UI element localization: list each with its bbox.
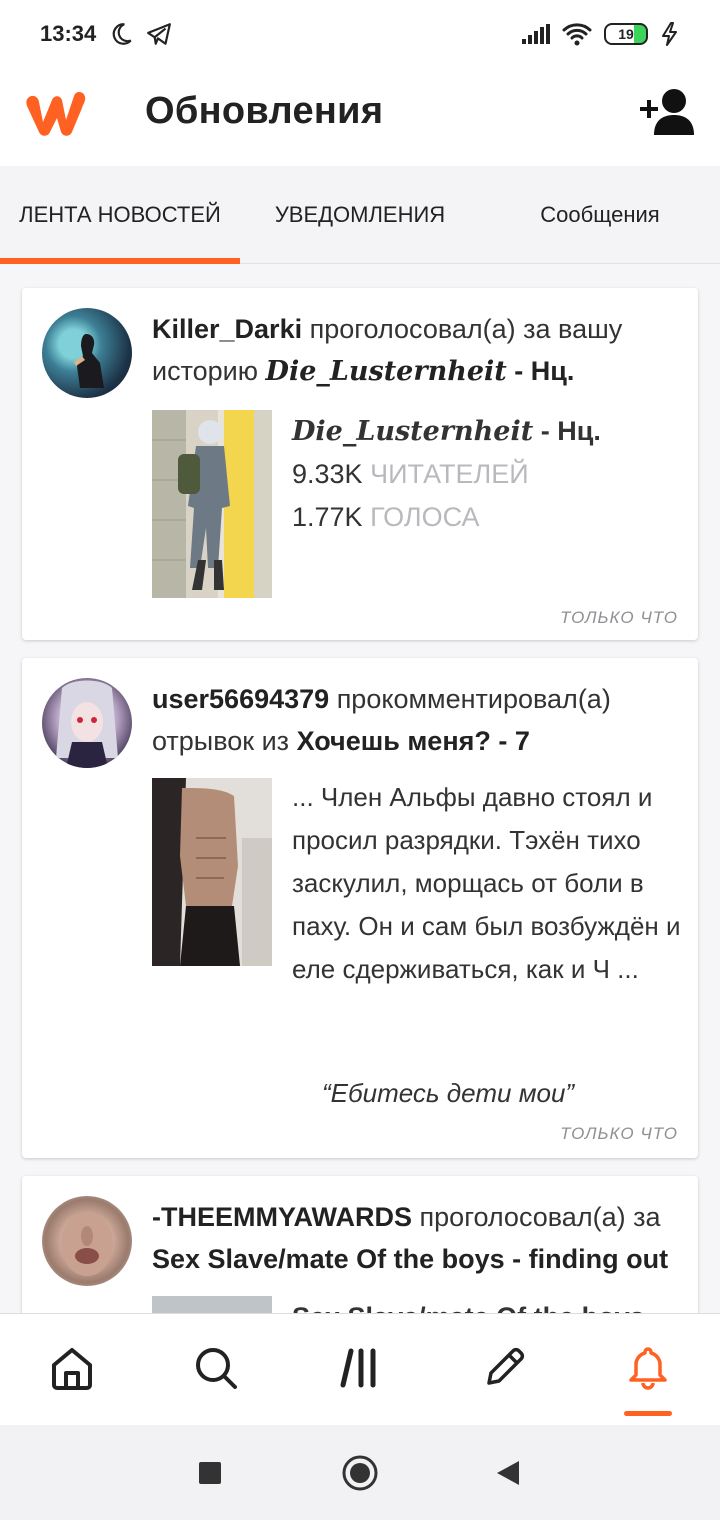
back-icon xyxy=(497,1461,519,1485)
nav-library[interactable] xyxy=(332,1340,388,1396)
back-button[interactable] xyxy=(488,1453,528,1493)
telegram-icon xyxy=(147,23,172,45)
bell-icon xyxy=(629,1347,667,1390)
active-nav-indicator xyxy=(624,1411,672,1416)
tab-messages[interactable]: Сообщения xyxy=(480,166,720,264)
avatar-image xyxy=(61,1212,113,1276)
timestamp: ТОЛЬКО ЧТО xyxy=(560,608,678,627)
page-title: Обновления xyxy=(145,90,384,132)
story-title-link[interactable]: Die_Lusternheit xyxy=(266,356,507,387)
add-friend-icon[interactable] xyxy=(638,88,696,136)
recents-icon xyxy=(199,1462,221,1484)
story-cover[interactable] xyxy=(152,1296,272,1314)
feed-card-vote[interactable]: Killer_Darki проголосовал(а) за вашу ист… xyxy=(22,288,698,640)
avatar[interactable] xyxy=(42,308,132,398)
activity-action: проголосовал(а) за xyxy=(419,1202,661,1232)
activity-text: user56694379 прокомментировал(а) отрывок… xyxy=(152,678,682,762)
votes-label: ГОЛОСА xyxy=(370,502,480,532)
reads-label: ЧИТАТЕЛЕЙ xyxy=(370,459,529,489)
home-button[interactable] xyxy=(340,1453,380,1493)
avatar-image xyxy=(74,334,104,388)
username-link[interactable]: Killer_Darki xyxy=(152,314,302,344)
nav-notifications[interactable] xyxy=(620,1340,676,1396)
story-cover-image xyxy=(152,778,272,966)
avatar-image xyxy=(56,680,118,768)
battery-level: 19 xyxy=(618,26,634,42)
search-icon xyxy=(196,1348,237,1389)
tab-bar: ЛЕНТА НОВОСТЕЙ УВЕДОМЛЕНИЯ Сообщения xyxy=(0,166,720,264)
avatar[interactable] xyxy=(42,678,132,768)
username-link[interactable]: -THEEMMYAWARDS xyxy=(152,1202,412,1232)
story-title[interactable]: Die_Lusternheit xyxy=(292,416,533,447)
charging-icon xyxy=(662,22,677,46)
bottom-navigation xyxy=(0,1313,720,1425)
recents-button[interactable] xyxy=(190,1453,230,1493)
nav-search[interactable] xyxy=(188,1340,244,1396)
story-stats: Die_Lusternheit - Нц. 9.33K ЧИТАТЕЛЕЙ 1.… xyxy=(292,410,682,539)
library-icon xyxy=(340,1348,376,1388)
app-header: Обновления xyxy=(0,68,720,166)
nav-home[interactable] xyxy=(44,1340,100,1396)
home-circle-icon xyxy=(342,1455,378,1491)
news-feed: Killer_Darki проголосовал(а) за вашу ист… xyxy=(0,264,720,1314)
nav-write[interactable] xyxy=(476,1340,532,1396)
feed-card-vote[interactable]: -THEEMMYAWARDS проголосовал(а) за Sex Sl… xyxy=(22,1176,698,1314)
feed-card-comment[interactable]: user56694379 прокомментировал(а) отрывок… xyxy=(22,658,698,1158)
signal-icon xyxy=(522,24,550,44)
story-title-link[interactable]: Хочешь меня? - 7 xyxy=(297,726,530,756)
comment-text: “Ебитесь дети мои” xyxy=(322,1078,575,1108)
wattpad-logo[interactable] xyxy=(22,86,92,140)
activity-text: Killer_Darki проголосовал(а) за вашу ист… xyxy=(152,308,682,393)
battery-icon: 19 xyxy=(604,23,648,45)
story-cover[interactable] xyxy=(152,410,272,598)
write-icon xyxy=(487,1347,525,1385)
clock: 13:34 xyxy=(40,21,97,46)
tab-news-feed[interactable]: ЛЕНТА НОВОСТЕЙ xyxy=(0,166,240,264)
wifi-icon xyxy=(562,23,592,46)
system-navigation-bar xyxy=(0,1425,720,1520)
votes-count: 1.77K xyxy=(292,502,363,532)
reads-count: 9.33K xyxy=(292,459,363,489)
story-cover-image xyxy=(152,410,230,598)
home-icon xyxy=(52,1348,92,1390)
avatar[interactable] xyxy=(42,1196,132,1286)
timestamp: ТОЛЬКО ЧТО xyxy=(560,1124,678,1143)
story-cover[interactable] xyxy=(152,778,272,966)
moon-icon xyxy=(113,23,132,45)
story-title-suffix: - Нц. xyxy=(540,416,601,446)
status-bar: 13:34 19 xyxy=(0,0,720,68)
username-link[interactable]: user56694379 xyxy=(152,684,329,714)
comment-excerpt: ... Член Альфы давно стоял и просил разр… xyxy=(292,782,681,984)
tab-notifications[interactable]: УВЕДОМЛЕНИЯ xyxy=(240,166,480,264)
activity-text: -THEEMMYAWARDS проголосовал(а) за Sex Sl… xyxy=(152,1196,682,1280)
story-stats: Sex Slave/mate Of the boys xyxy=(292,1296,682,1314)
story-title-suffix: - Нц. xyxy=(514,356,575,386)
story-title-link[interactable]: Sex Slave/mate Of the boys - finding out xyxy=(152,1244,668,1274)
